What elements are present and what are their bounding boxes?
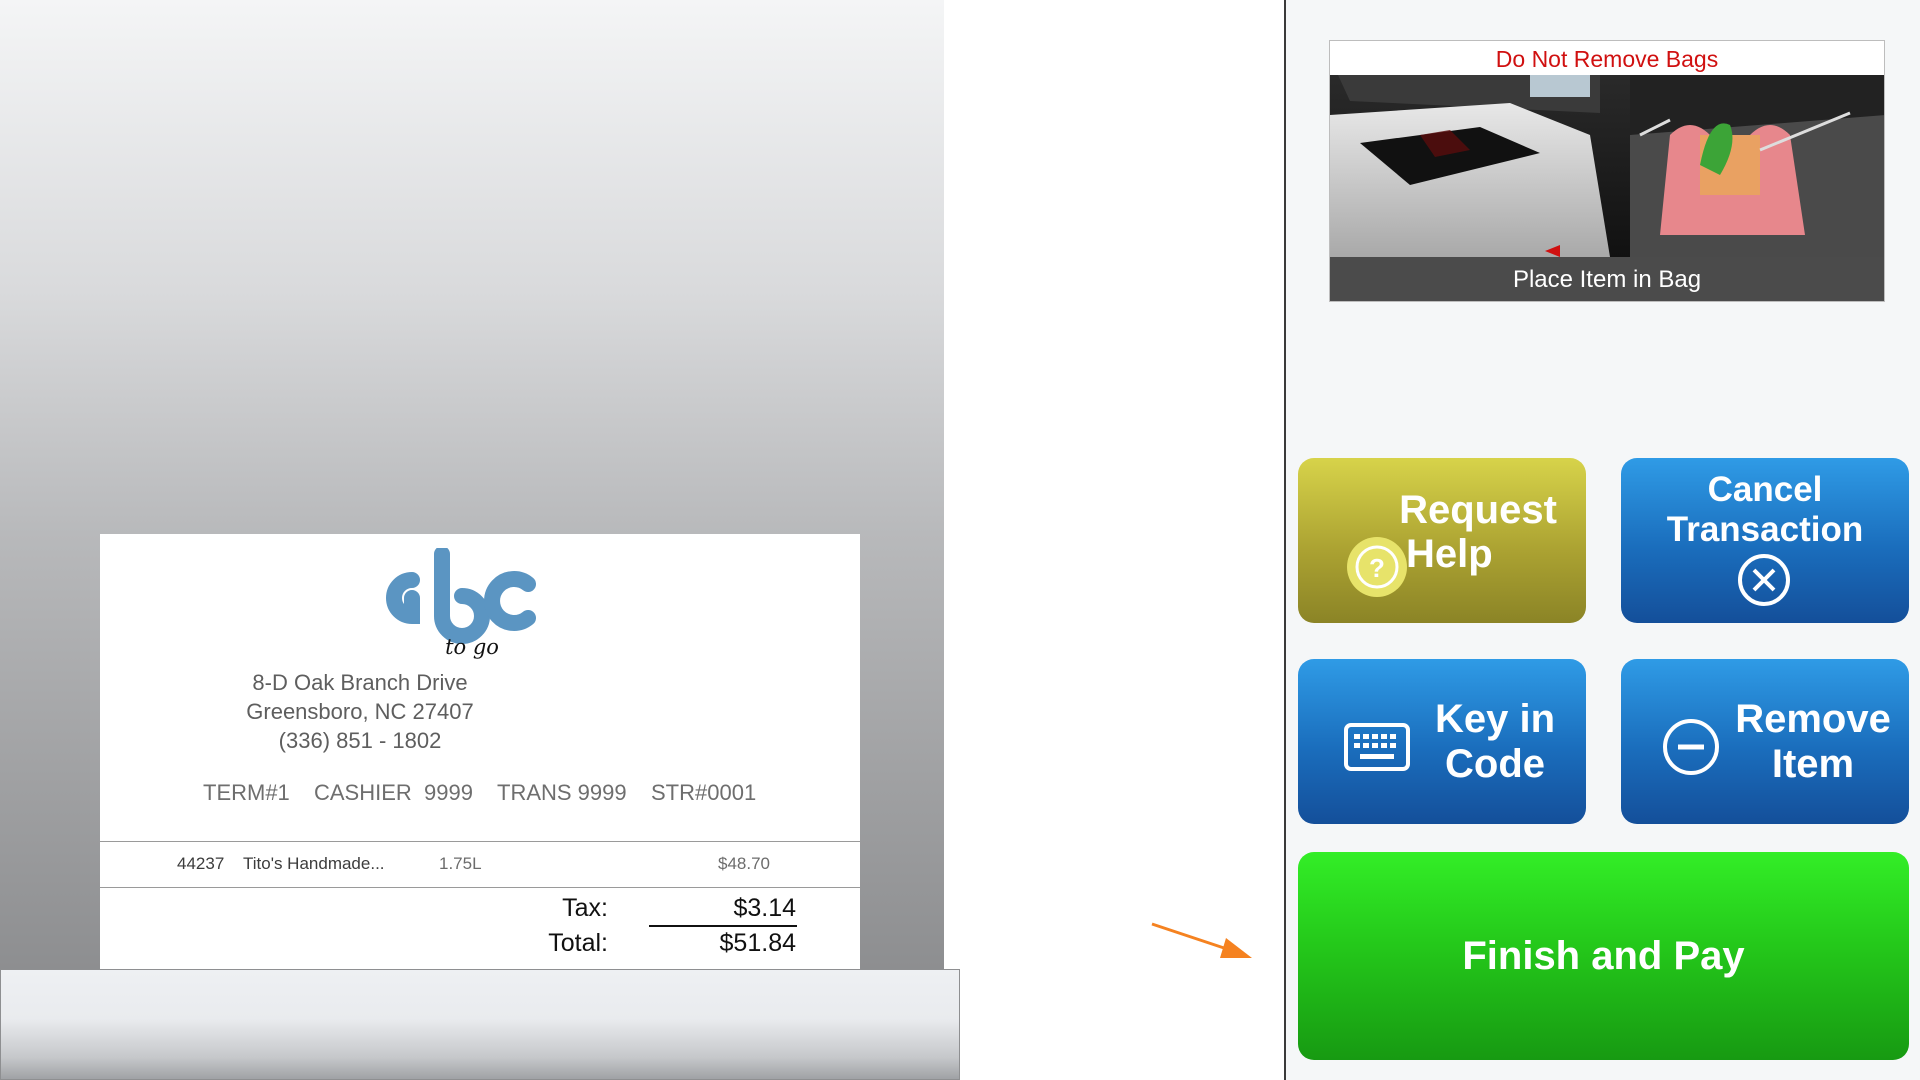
kiosk-screen: to go 8-D Oak Branch Drive Greensboro, N… (0, 0, 1920, 1080)
divider (100, 841, 860, 842)
remove-item-button[interactable]: Remove Item (1621, 659, 1909, 824)
receipt-tray (0, 969, 960, 1080)
bag-warning-text: Do Not Remove Bags (1495, 46, 1719, 72)
keyboard-icon (1344, 723, 1410, 771)
svg-text:?: ? (1369, 553, 1385, 583)
cashier-id: CASHIER 9999 (314, 780, 473, 805)
item-price: $48.70 (718, 854, 770, 873)
finish-and-pay-label: Finish and Pay (1462, 934, 1745, 978)
bagging-area-notice: Do Not Remove Bags Place Item in Bag (1329, 40, 1885, 302)
subtotal-underline (649, 925, 797, 927)
store-phone: (336) 851 - 1802 (278, 728, 442, 753)
cancel-transaction-label-line2: Transaction (1666, 510, 1864, 549)
tax-value: $3.14 (733, 894, 796, 922)
request-help-label-line2: Help (1406, 532, 1493, 576)
logo-letter-a (386, 572, 420, 625)
key-in-code-button[interactable]: Key in Code (1298, 659, 1586, 824)
total-label: Total: (548, 929, 608, 957)
request-help-label-line1: Request (1399, 488, 1557, 532)
transaction-id: TRANS 9999 (497, 780, 627, 805)
bag-instruction-caption: Place Item in Bag (1330, 257, 1884, 301)
divider (100, 887, 860, 888)
logo-letter-b (434, 548, 490, 644)
control-panel: Do Not Remove Bags Place Item in Bag Req… (1284, 0, 1920, 1080)
key-in-code-label-line2: Code (1445, 742, 1545, 786)
receipt-area: to go 8-D Oak Branch Drive Greensboro, N… (0, 0, 944, 970)
finish-and-pay-button[interactable]: Finish and Pay (1298, 852, 1909, 1060)
question-circle-icon: ? (1347, 537, 1407, 597)
store-id: STR#0001 (651, 780, 757, 805)
minus-circle-icon (1663, 719, 1719, 775)
item-name: Tito's Handmade... (243, 854, 385, 873)
cancel-transaction-button[interactable]: Cancel Transaction (1621, 458, 1909, 623)
total-value: $51.84 (719, 929, 796, 957)
item-code: 44237 (177, 854, 225, 873)
tax-label: Tax: (562, 894, 608, 922)
request-help-button[interactable]: Request Help ? (1298, 458, 1586, 623)
arrow-right-icon (1151, 922, 1252, 958)
remove-item-label-line1: Remove (1735, 697, 1891, 741)
address-line-1: 8-D Oak Branch Drive (252, 670, 468, 695)
key-in-code-label-line1: Key in (1434, 697, 1556, 741)
remove-item-label-line2: Item (1771, 742, 1855, 786)
item-size: 1.75L (439, 854, 482, 873)
bagging-illustration (1330, 75, 1884, 257)
address-line-2: Greensboro, NC 27407 (246, 699, 474, 724)
x-circle-icon (1738, 554, 1790, 606)
terminal-id: TERM#1 (203, 780, 290, 805)
store-logo: to go (386, 548, 536, 659)
logo-letter-c (484, 571, 536, 631)
receipt: to go 8-D Oak Branch Drive Greensboro, N… (100, 534, 860, 970)
cancel-transaction-label-line1: Cancel (1707, 470, 1823, 509)
logo-subtext: to go (445, 635, 499, 659)
